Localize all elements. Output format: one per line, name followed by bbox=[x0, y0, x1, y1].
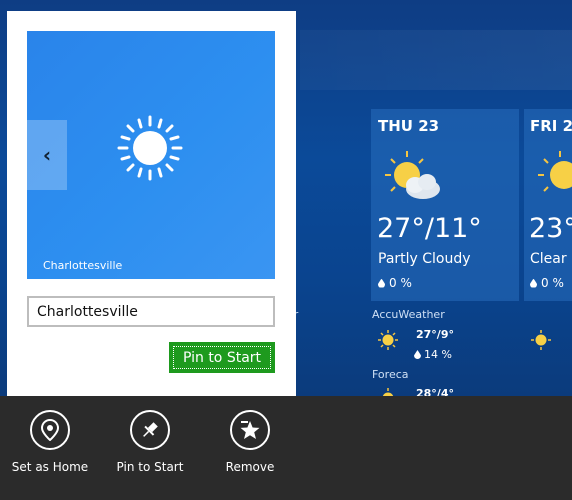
previous-tile-button[interactable]: ‹ bbox=[27, 120, 67, 190]
provider-label-accuweather: AccuWeather bbox=[372, 308, 445, 321]
forecast-day-fri[interactable]: FRI 24 23° Clear 0 % bbox=[524, 109, 572, 301]
appbar-pin-to-start-button[interactable]: Pin to Start bbox=[100, 410, 200, 474]
set-as-home-label: Set as Home bbox=[11, 460, 89, 474]
sun-icon bbox=[117, 115, 183, 181]
provider-precip-accuweather: 14 % bbox=[414, 348, 452, 361]
sun-icon bbox=[378, 330, 398, 350]
forecast-day-label: THU 23 bbox=[378, 117, 440, 135]
pin-to-start-button[interactable]: Pin to Start bbox=[169, 342, 275, 373]
forecast-precip: 0 % bbox=[378, 276, 412, 290]
remove-label: Remove bbox=[225, 460, 275, 474]
forecast-temp: 23° bbox=[529, 213, 572, 244]
background-stripe bbox=[300, 30, 572, 90]
forecast-condition: Clear bbox=[530, 251, 567, 267]
forecast-precip-value: 0 % bbox=[541, 276, 564, 290]
raindrop-icon bbox=[378, 278, 385, 288]
raindrop-icon bbox=[530, 278, 537, 288]
star-remove-icon bbox=[230, 410, 270, 450]
tile-name-input[interactable] bbox=[27, 296, 275, 327]
provider-precip-value: 14 % bbox=[424, 348, 452, 361]
provider-temp-foreca: 28°/4° bbox=[416, 387, 454, 396]
raindrop-icon bbox=[414, 350, 421, 359]
forecast-day-label: FRI 24 bbox=[530, 117, 572, 135]
partly-cloudy-icon bbox=[385, 151, 440, 199]
location-pin-icon bbox=[30, 410, 70, 450]
tile-preview: ‹ Charlottesville bbox=[27, 31, 275, 279]
sun-icon bbox=[531, 330, 551, 350]
app-bar: Set as Home Pin to Start Remove bbox=[0, 396, 572, 500]
pin-to-start-flyout: ‹ Charlottesville Charlottesville Pin to… bbox=[7, 11, 296, 396]
forecast-day-thu[interactable]: THU 23 27°/11° Partly Cloudy 0 % bbox=[371, 109, 519, 301]
pushpin-icon bbox=[130, 410, 170, 450]
chevron-left-icon: ‹ bbox=[42, 143, 52, 167]
set-as-home-button[interactable]: Set as Home bbox=[0, 410, 100, 474]
provider-temp-accuweather: 27°/9° bbox=[416, 328, 454, 341]
forecast-condition: Partly Cloudy bbox=[378, 251, 471, 267]
provider-label-foreca: Foreca bbox=[372, 368, 409, 381]
tile-city-label: Charlottesville bbox=[43, 259, 123, 272]
sun-icon bbox=[538, 151, 572, 192]
forecast-temp: 27°/11° bbox=[377, 213, 482, 244]
pin-to-start-label: Pin to Start bbox=[116, 460, 184, 474]
sun-icon bbox=[382, 388, 394, 396]
forecast-precip: 0 % bbox=[530, 276, 564, 290]
remove-button[interactable]: Remove bbox=[200, 410, 300, 474]
forecast-precip-value: 0 % bbox=[389, 276, 412, 290]
